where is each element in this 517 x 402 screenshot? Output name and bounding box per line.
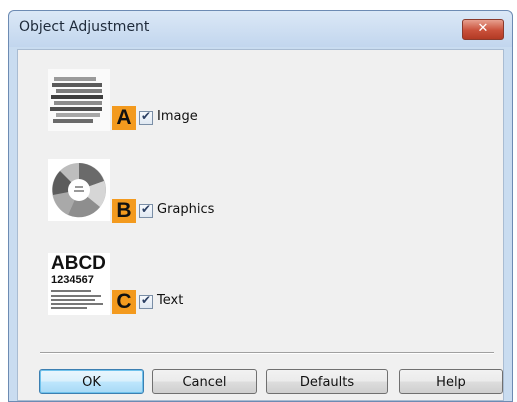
graphics-thumbnail <box>48 159 110 221</box>
image-checkbox[interactable] <box>139 109 153 125</box>
defaults-button[interactable]: Defaults <box>266 369 388 394</box>
image-thumbnail-icon <box>48 69 110 131</box>
close-button[interactable]: ✕ <box>462 19 504 40</box>
option-b-marker: B <box>112 199 136 223</box>
pie-chart-icon <box>48 159 110 221</box>
graphics-checkbox-label[interactable]: Graphics <box>157 202 214 217</box>
ok-button[interactable]: OK <box>39 369 144 394</box>
text-checkbox[interactable] <box>139 293 153 309</box>
dialog-title: Object Adjustment <box>19 19 150 35</box>
title-bar: Object Adjustment ✕ <box>9 11 512 47</box>
button-separator <box>40 352 494 354</box>
cancel-button[interactable]: Cancel <box>152 369 257 394</box>
close-icon: ✕ <box>477 21 489 36</box>
text-checkbox-label[interactable]: Text <box>157 293 183 308</box>
image-checkbox-label[interactable]: Image <box>157 109 198 124</box>
image-thumbnail <box>48 69 110 131</box>
object-adjustment-dialog: Object Adjustment ✕ A Image <box>8 10 513 402</box>
option-a-marker: A <box>112 106 136 130</box>
help-button[interactable]: Help <box>399 369 503 394</box>
dialog-body: A Image B <box>17 49 504 401</box>
text-thumbnail-digits: 1234567 <box>51 274 94 286</box>
text-thumbnail-letters: ABCD <box>51 253 106 274</box>
text-thumbnail: ABCD 1234567 <box>48 253 110 315</box>
graphics-checkbox[interactable] <box>139 202 153 218</box>
option-c-marker: C <box>112 290 136 314</box>
